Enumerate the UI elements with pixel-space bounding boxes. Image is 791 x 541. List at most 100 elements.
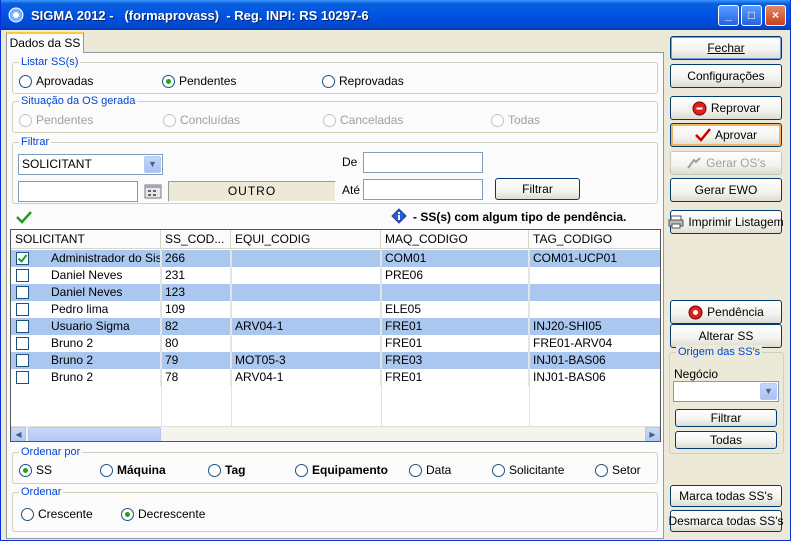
row-checkbox[interactable] <box>16 303 29 316</box>
cell-equi <box>231 335 381 352</box>
column-header-tag-codigo[interactable]: TAG_CODIGO <box>529 230 660 249</box>
table-row[interactable]: Daniel Neves 123 <box>11 284 660 301</box>
close-button[interactable]: × <box>765 5 786 26</box>
fechar-button[interactable]: Fechar <box>670 36 782 60</box>
cell-ss: 266 <box>161 250 231 267</box>
row-checkbox-checked[interactable] <box>16 252 29 265</box>
aprovar-button[interactable]: Aprovar <box>670 123 782 147</box>
radio-order-setor[interactable]: Setor <box>595 463 641 477</box>
row-checkbox[interactable] <box>16 320 29 333</box>
radio-order-ss[interactable]: SS <box>19 463 52 477</box>
radio-reprovadas[interactable]: Reprovadas <box>322 74 404 88</box>
desmarca-todas-button[interactable]: Desmarca todas SS's <box>669 510 784 532</box>
radio-pendentes[interactable]: Pendentes <box>162 74 236 88</box>
reprovar-button[interactable]: Reprovar <box>670 96 782 120</box>
origem-legend: Origem das SS's <box>676 345 763 359</box>
ss-grid[interactable]: SOLICITANT SS_COD... EQUI_CODIG MAQ_CODI… <box>10 229 661 442</box>
cell-tag: FRE01-ARV04 <box>529 335 660 352</box>
negocio-select[interactable]: ▼ <box>673 381 779 402</box>
column-header-equi-codig[interactable]: EQUI_CODIG <box>231 230 381 249</box>
calendar-icon[interactable] <box>144 183 162 200</box>
title-bar[interactable]: SIGMA 2012 - (formaprovass) - Reg. INPI:… <box>1 0 790 30</box>
table-row[interactable]: Administrador do Sist... 266 COM01 COM01… <box>11 250 660 267</box>
printer-icon <box>668 215 684 229</box>
marca-todas-button[interactable]: Marca todas SS's <box>670 485 782 507</box>
row-checkbox[interactable] <box>16 337 29 350</box>
column-header-solicitant[interactable]: SOLICITANT <box>11 230 161 249</box>
radio-label: Tag <box>225 463 246 477</box>
main-window: SIGMA 2012 - (formaprovass) - Reg. INPI:… <box>0 0 791 541</box>
radio-dot <box>19 74 32 88</box>
maximize-button[interactable]: □ <box>741 5 762 26</box>
table-row[interactable]: Bruno 2 80 FRE01 FRE01-ARV04 <box>11 335 660 352</box>
column-header-maq-codigo[interactable]: MAQ_CODIGO <box>381 230 529 249</box>
table-row[interactable]: Bruno 2 79 MOT05-3 FRE03 INJ01-BAS06 <box>11 352 660 369</box>
radio-dot <box>21 507 34 521</box>
cell-ss: 82 <box>161 318 231 335</box>
scroll-right-icon[interactable]: ▶ <box>645 427 660 441</box>
radio-label: SS <box>36 463 53 477</box>
scroll-thumb[interactable] <box>28 427 161 441</box>
aprovar-label: Aprovar <box>714 128 758 142</box>
tab-dados-da-ss[interactable]: Dados da SS <box>6 32 84 53</box>
gerar-ewo-button[interactable]: Gerar EWO <box>670 178 782 202</box>
gerar-os-button: Gerar OS's <box>670 151 782 175</box>
radio-order-equipamento[interactable]: Equipamento <box>295 463 388 477</box>
ate-input[interactable] <box>363 179 483 200</box>
radio-dot-selected <box>19 463 32 477</box>
horizontal-scrollbar[interactable]: ◀ ▶ <box>11 426 660 441</box>
cell-tag: INJ01-BAS06 <box>529 369 660 386</box>
configuracoes-button[interactable]: Configurações <box>670 64 782 88</box>
filtrar-button[interactable]: Filtrar <box>495 178 580 200</box>
scroll-left-icon[interactable]: ◀ <box>11 427 26 441</box>
table-row[interactable]: Pedro lima 109 ELE05 <box>11 301 660 318</box>
table-row[interactable]: Usuario Sigma 82 ARV04-1 FRE01 INJ20-SHI… <box>11 318 660 335</box>
radio-decrescente[interactable]: Decrescente <box>121 507 205 521</box>
radio-dot <box>492 463 505 477</box>
cell-solicitant: Bruno 2 <box>47 335 161 352</box>
row-checkbox[interactable] <box>16 286 29 299</box>
filter-text-input[interactable] <box>18 181 138 202</box>
table-row[interactable]: Daniel Neves 231 PRE06 <box>11 267 660 284</box>
radio-order-tag[interactable]: Tag <box>208 463 245 477</box>
table-row[interactable]: Bruno 2 78 ARV04-1 FRE01 INJ01-BAS06 <box>11 369 660 386</box>
reprovar-label: Reprovar <box>710 101 761 115</box>
reprovar-icon <box>692 101 707 116</box>
cell-solicitant: Usuario Sigma <box>47 318 161 335</box>
imprimir-listagem-button[interactable]: Imprimir Listagem <box>668 210 784 234</box>
ordenar-legend: Ordenar <box>19 485 64 499</box>
outro-field: OUTRO <box>168 181 336 202</box>
origem-filtrar-button[interactable]: Filtrar <box>675 409 777 427</box>
radio-order-maquina[interactable]: Máquina <box>100 463 166 477</box>
filter-field-select[interactable]: SOLICITANT ▼ <box>18 154 163 175</box>
cell-maq: FRE01 <box>381 369 529 386</box>
cell-tag <box>529 301 660 318</box>
cell-maq: FRE01 <box>381 318 529 335</box>
radio-label: Crescente <box>38 507 93 521</box>
cell-equi <box>231 250 381 267</box>
de-input[interactable] <box>363 152 483 173</box>
cell-ss: 109 <box>161 301 231 318</box>
column-header-ss-codigo[interactable]: SS_COD... <box>161 230 231 249</box>
radio-crescente[interactable]: Crescente <box>21 507 93 521</box>
cell-maq: ELE05 <box>381 301 529 318</box>
checkmark-icon <box>17 254 28 264</box>
ordenar-group: Ordenar <box>12 485 658 532</box>
radio-aprovadas[interactable]: Aprovadas <box>19 74 93 88</box>
radio-dot <box>409 463 422 477</box>
row-checkbox[interactable] <box>16 371 29 384</box>
minimize-button[interactable]: _ <box>718 5 739 26</box>
pendencia-icon <box>688 305 703 320</box>
gerar-os-label: Gerar OS's <box>706 156 766 170</box>
row-checkbox[interactable] <box>16 354 29 367</box>
chevron-down-icon[interactable]: ▼ <box>144 156 161 173</box>
cell-solicitant: Daniel Neves <box>47 284 161 301</box>
row-checkbox[interactable] <box>16 269 29 282</box>
chevron-down-icon[interactable]: ▼ <box>760 383 777 400</box>
radio-label: Pendentes <box>36 113 94 127</box>
radio-order-data[interactable]: Data <box>409 463 451 477</box>
radio-label: Canceladas <box>340 113 404 127</box>
pendencia-button[interactable]: Pendência <box>670 300 782 324</box>
origem-todas-button[interactable]: Todas <box>675 431 777 449</box>
radio-order-solicitante[interactable]: Solicitante <box>492 463 564 477</box>
